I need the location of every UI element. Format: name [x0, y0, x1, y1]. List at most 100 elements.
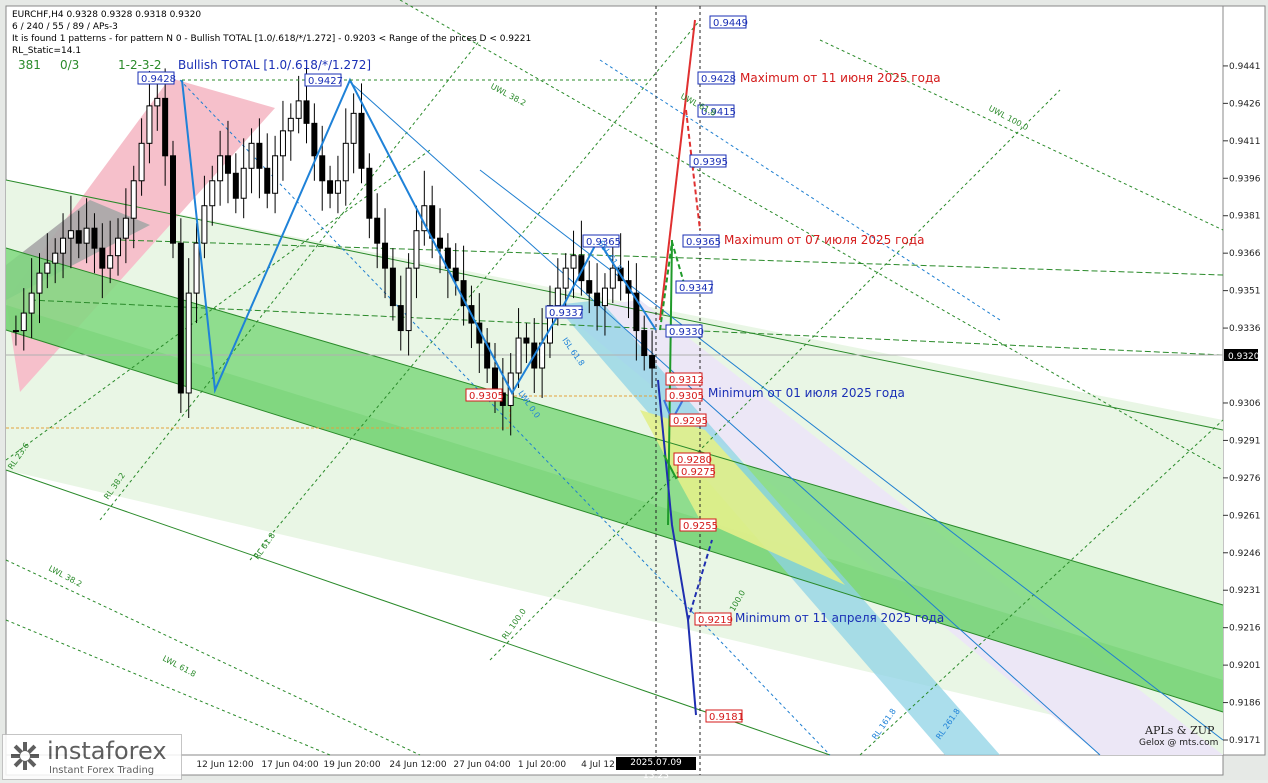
candle-body	[240, 167, 247, 199]
price-label-text: 0.9337	[549, 308, 584, 319]
price-tick-label: 0.9366	[1229, 249, 1261, 259]
annotation-min-july: Minimum от 01 июля 2025 года	[708, 386, 905, 400]
candle-body	[217, 155, 224, 182]
price-tick-label: 0.9261	[1229, 511, 1261, 521]
price-axis-area	[1222, 5, 1266, 756]
candle-body	[20, 312, 27, 332]
price-tick-label: 0.9396	[1229, 174, 1261, 184]
pattern-id: 1-2-3-2	[118, 58, 162, 72]
candle-body	[287, 117, 294, 132]
logo-subtitle: Instant Forex Trading	[49, 765, 155, 776]
candle-body	[256, 142, 263, 169]
candle-body	[28, 292, 35, 314]
price-tick-label: 0.9216	[1229, 624, 1261, 634]
annotation-max-june: Maximum от 11 июня 2025 года	[740, 71, 941, 85]
price-tick-label: 0.9351	[1229, 287, 1261, 297]
candle-body	[224, 155, 231, 174]
candle-body	[641, 330, 648, 357]
candle-body	[437, 237, 444, 249]
candle-body	[279, 130, 286, 157]
candle-body	[327, 180, 334, 194]
instaforex-logo: instaforex Instant Forex Trading	[2, 734, 182, 780]
current-price-text: 0.9320	[1228, 352, 1260, 362]
candle-body	[154, 97, 161, 107]
candle-body	[334, 180, 341, 194]
candle-body	[201, 205, 208, 244]
price-label-text: 0.9255	[683, 521, 718, 532]
time-tick-label: 27 Jun 04:00	[453, 760, 510, 770]
params-line: 6 / 240 / 55 / 89 / APs-3	[12, 22, 118, 32]
rl-static: RL_Static=14.1	[12, 46, 82, 56]
annotation-min-april: Minimum от 11 апреля 2025 года	[735, 611, 945, 625]
price-label-text: 0.9219	[698, 615, 733, 626]
candle-body	[107, 255, 114, 269]
time-tick-label: 1 Jul 20:00	[518, 760, 567, 770]
price-label-text: 0.9181	[709, 712, 744, 723]
price-label-text: 0.9365	[686, 237, 721, 248]
time-tick-label: 12 Jun 12:00	[196, 760, 253, 770]
candle-body	[232, 172, 239, 199]
price-label-text: 0.9305	[669, 391, 704, 402]
candle-body	[397, 305, 404, 332]
price-label-text: 0.9427	[308, 76, 343, 87]
logo-icon	[11, 742, 39, 770]
candle-body	[311, 122, 318, 157]
candle-body	[146, 105, 153, 144]
candle-body	[594, 292, 601, 307]
time-tick-label: 19 Jun 20:00	[323, 760, 380, 770]
price-tick-label: 0.9201	[1229, 661, 1261, 671]
candle-body	[382, 242, 389, 269]
candle-body	[413, 230, 420, 269]
candle-body	[44, 262, 51, 274]
time-tick-label: 24 Jun 12:00	[389, 760, 446, 770]
candle-body	[350, 112, 357, 144]
candle-body	[115, 237, 122, 257]
current-time-label: 2025.07.09 13:23	[616, 757, 696, 781]
candle-body	[570, 255, 577, 269]
candle-body	[586, 280, 593, 294]
annotation-max-july: Maximum от 07 июля 2025 года	[724, 233, 925, 247]
candle-body	[36, 272, 43, 294]
price-label-text: 0.9449	[713, 18, 748, 29]
time-tick-label: 17 Jun 04:00	[261, 760, 318, 770]
candle-body	[295, 100, 302, 119]
candle-body	[515, 337, 522, 374]
candle-body	[366, 167, 373, 219]
price-label-text: 0.9305	[469, 391, 504, 402]
price-label-text: 0.9428	[141, 74, 176, 85]
candle-body	[264, 167, 271, 194]
candle-body	[12, 330, 19, 333]
candle-body	[319, 155, 326, 182]
symbol-line: EURCHF,H4 0.9328 0.9328 0.9318 0.9320	[12, 10, 202, 20]
count-a: 381	[18, 58, 41, 72]
price-tick-label: 0.9276	[1229, 474, 1261, 484]
candle-body	[130, 180, 137, 219]
candle-body	[91, 227, 98, 249]
candle-body	[52, 252, 59, 264]
candle-body	[248, 142, 255, 169]
candle-body	[601, 287, 608, 307]
price-tick-label: 0.9231	[1229, 586, 1261, 596]
price-label-text: 0.9330	[669, 327, 704, 338]
candle-body	[649, 355, 656, 369]
price-tick-label: 0.9291	[1229, 436, 1261, 446]
price-tick-label: 0.9171	[1229, 736, 1261, 746]
price-tick-label: 0.9246	[1229, 549, 1261, 559]
candle-body	[562, 267, 569, 289]
candle-body	[523, 337, 530, 344]
candle-body	[138, 142, 145, 182]
price-label-text: 0.9295	[673, 416, 708, 427]
candle-body	[272, 155, 279, 194]
candle-body	[554, 287, 561, 307]
candle-body	[342, 142, 349, 182]
count-b: 0/3	[60, 58, 80, 72]
price-tick-label: 0.9186	[1229, 699, 1261, 709]
candle-body	[99, 247, 106, 269]
price-tick-label: 0.9336	[1229, 324, 1261, 334]
candle-body	[162, 97, 169, 157]
candle-body	[389, 267, 396, 307]
price-chart: 0.9441 0.9426 0.9411 0.9396 0.9381 0.9366 0.93…	[0, 0, 1268, 780]
candle-body	[358, 112, 365, 169]
candle-body	[75, 230, 82, 244]
candle-body	[303, 100, 310, 124]
